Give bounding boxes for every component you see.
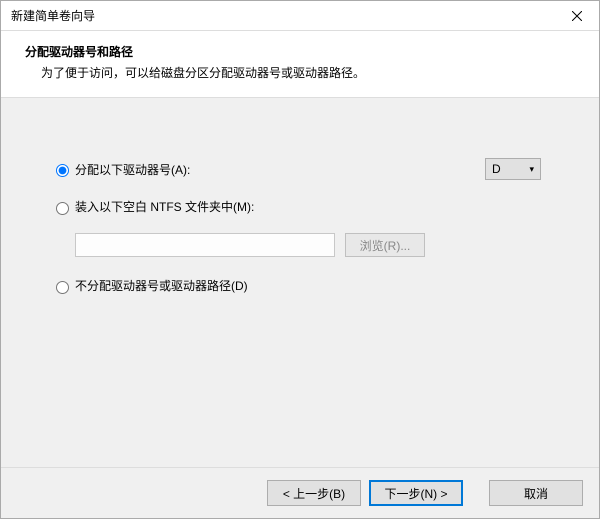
- browse-button[interactable]: 浏览(R)...: [345, 233, 425, 257]
- window-title: 新建简单卷向导: [11, 7, 554, 24]
- radio-no-assign[interactable]: [56, 281, 69, 294]
- radio-assign-letter-label: 分配以下驱动器号(A):: [75, 161, 190, 178]
- next-button[interactable]: 下一步(N) >: [369, 480, 463, 506]
- wizard-header: 分配驱动器号和路径 为了便于访问，可以给磁盘分区分配驱动器号或驱动器路径。: [1, 31, 599, 97]
- header-title: 分配驱动器号和路径: [25, 43, 575, 60]
- mount-path-row: 浏览(R)...: [75, 233, 549, 257]
- header-subtitle: 为了便于访问，可以给磁盘分区分配驱动器号或驱动器路径。: [25, 64, 575, 81]
- chevron-down-icon: ▾: [529, 164, 534, 175]
- drive-letter-select[interactable]: D ▾: [485, 158, 541, 180]
- option-mount-folder-row: 装入以下空白 NTFS 文件夹中(M):: [51, 198, 549, 215]
- radio-mount-folder[interactable]: [56, 202, 69, 215]
- radio-mount-folder-label: 装入以下空白 NTFS 文件夹中(M):: [75, 198, 254, 215]
- mount-path-input[interactable]: [75, 233, 335, 257]
- option-assign-letter-row: 分配以下驱动器号(A): D ▾: [51, 158, 549, 180]
- cancel-button[interactable]: 取消: [489, 480, 583, 506]
- wizard-content: 分配以下驱动器号(A): D ▾ 装入以下空白 NTFS 文件夹中(M): 浏览…: [1, 97, 599, 468]
- wizard-window: 新建简单卷向导 分配驱动器号和路径 为了便于访问，可以给磁盘分区分配驱动器号或驱…: [0, 0, 600, 519]
- titlebar: 新建简单卷向导: [1, 1, 599, 31]
- close-button[interactable]: [554, 1, 599, 31]
- radio-no-assign-label: 不分配驱动器号或驱动器路径(D): [75, 277, 248, 294]
- wizard-footer: < 上一步(B) 下一步(N) > 取消: [1, 468, 599, 518]
- option-no-assign-row: 不分配驱动器号或驱动器路径(D): [51, 277, 549, 294]
- close-icon: [572, 11, 582, 21]
- drive-letter-value: D: [492, 162, 501, 176]
- back-button[interactable]: < 上一步(B): [267, 480, 361, 506]
- radio-assign-letter[interactable]: [56, 164, 69, 177]
